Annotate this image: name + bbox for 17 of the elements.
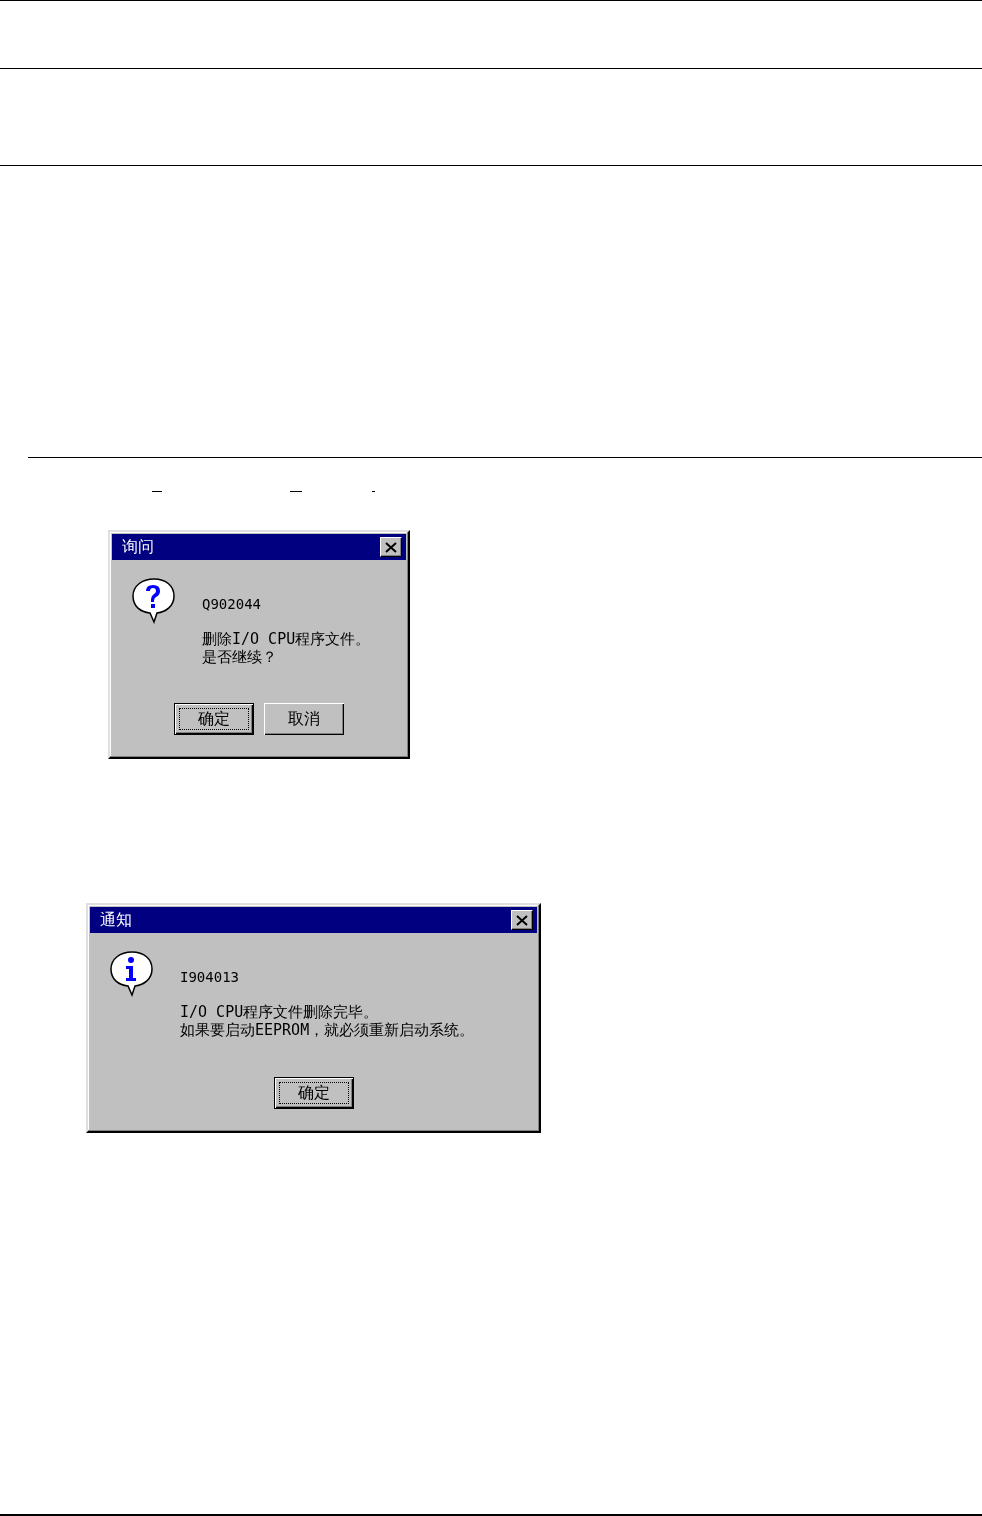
close-icon bbox=[516, 914, 528, 926]
info-icon bbox=[108, 949, 156, 997]
close-button[interactable] bbox=[511, 910, 533, 930]
message-text: 删除I/O CPU程序文件。 bbox=[202, 630, 371, 648]
close-button[interactable] bbox=[380, 537, 402, 557]
message-text: 是否继续？ bbox=[202, 648, 278, 666]
message-code: I904013 bbox=[180, 969, 240, 985]
message-text: I/O CPU程序文件删除完毕。 bbox=[180, 1003, 380, 1021]
dialog-title: 询问 bbox=[122, 536, 154, 558]
question-icon bbox=[130, 576, 178, 624]
message-text: 如果要启动EEPROM，就必须重新启动系统。 bbox=[180, 1021, 475, 1039]
dialog-button[interactable]: 确定 bbox=[174, 703, 254, 735]
close-icon bbox=[385, 541, 397, 553]
dialog-button[interactable]: 确定 bbox=[273, 1077, 354, 1109]
message-code: Q902044 bbox=[202, 596, 262, 612]
dialog-title: 通知 bbox=[100, 909, 132, 931]
dialog-button[interactable]: 取消 bbox=[264, 703, 344, 735]
